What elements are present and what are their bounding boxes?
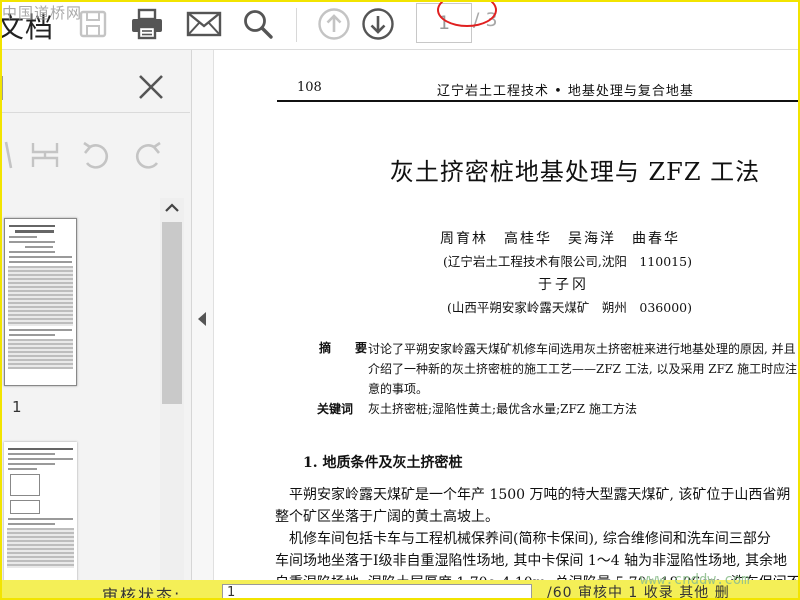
review-status-label: 审核状态: bbox=[102, 586, 182, 600]
page-thumbnail-1[interactable] bbox=[4, 218, 77, 386]
toolbar-separator bbox=[296, 8, 297, 42]
close-sidebar-icon[interactable] bbox=[136, 72, 166, 102]
sidebar-divider bbox=[0, 112, 190, 113]
journal-name: 辽宁岩土工程技术 • 地基处理与复合地基 bbox=[437, 84, 694, 99]
paragraph-line: 平朔安家岭露天煤矿是一个年产 1500 万吨的特大型露天煤矿, 该矿位于山西省朔 bbox=[275, 487, 791, 503]
thumbnail-list: 1 bbox=[0, 202, 160, 580]
sidebar-scrollbar[interactable] bbox=[160, 198, 184, 580]
collapse-arrow-icon[interactable] bbox=[198, 312, 206, 326]
scrollbar-thumb[interactable] bbox=[162, 222, 182, 404]
thumbnail-page-label: 1 bbox=[12, 398, 22, 416]
paragraph-line: 整个矿区坐落于广阔的黄土高坡上。 bbox=[275, 509, 499, 525]
print-icon[interactable] bbox=[127, 5, 167, 43]
review-status-input[interactable]: 1 bbox=[222, 584, 532, 600]
page-thumbnail-2[interactable] bbox=[4, 442, 77, 580]
affiliation-1: (辽宁岩土工程技术有限公司,沈阳 110015) bbox=[443, 254, 692, 269]
abstract-text: 讨论了平朔安家岭露天煤矿机修车间选用灰土挤密桩来进行地基处理的原因, 并且 介绍… bbox=[368, 339, 800, 399]
keywords-label: 关键词 bbox=[317, 402, 354, 416]
annotate-icon[interactable] bbox=[2, 140, 14, 174]
header-page-number: 108 bbox=[297, 80, 322, 95]
author-2: 于子冈 bbox=[538, 277, 589, 293]
site-url-watermark: www.cnddw.com bbox=[640, 572, 750, 588]
save-icon[interactable] bbox=[73, 5, 113, 43]
prev-page-icon[interactable] bbox=[314, 5, 354, 43]
body-paragraph-1: 平朔安家岭露天煤矿是一个年产 1500 万吨的特大型露天煤矿, 该矿位于山西省朔… bbox=[275, 484, 800, 528]
redo-icon[interactable] bbox=[132, 139, 164, 175]
mail-icon[interactable] bbox=[184, 5, 224, 43]
sidebar-tab-marker bbox=[0, 76, 3, 100]
section-heading: 1. 地质条件及灰土挤密桩 bbox=[303, 455, 463, 471]
abstract-line: 讨论了平朔安家岭露天煤矿机修车间选用灰土挤密桩来进行地基处理的原因, 并且 bbox=[368, 342, 796, 356]
abstract-label: 摘 要 bbox=[319, 341, 374, 355]
next-page-icon[interactable] bbox=[358, 5, 398, 43]
abstract-line: 意的事项。 bbox=[368, 382, 429, 396]
affiliation-2: (山西平朔安家岭露天煤矿 朔州 036000) bbox=[447, 300, 692, 315]
paragraph-line: 机修车间包括卡车与工程机械保养间(简称卡保间), 综合维修间和洗车间三部分 bbox=[275, 531, 771, 547]
sidebar-collapse-handle[interactable] bbox=[192, 50, 214, 580]
authors: 周育林 高桂华 吴海洋 曲春华 bbox=[440, 231, 680, 247]
thumbnail-sidebar: 1 bbox=[0, 50, 192, 580]
keywords-text: 灰土挤密桩;湿陷性黄土;最优含水量;ZFZ 施工方法 bbox=[368, 402, 637, 416]
paragraph-line: 车间场地坐落于Ⅰ级非自重湿陷性场地, 其中卡保间 1～4 轴为非湿陷性场地, 其… bbox=[275, 553, 788, 569]
toolbar: 文档 中国道桥网 1 / 3 bbox=[0, 0, 800, 50]
site-watermark: 中国道桥网 bbox=[2, 4, 83, 22]
paper-title: 灰土挤密桩地基处理与 ZFZ 工法 bbox=[389, 158, 761, 186]
split-icon[interactable] bbox=[30, 140, 60, 174]
sidebar-tools bbox=[0, 134, 190, 178]
scroll-up-icon[interactable] bbox=[162, 200, 182, 216]
abstract-line: 介绍了一种新的灰土挤密桩的施工工艺——ZFZ 工法, 以及采用 ZFZ 施工时应… bbox=[368, 362, 798, 376]
document-page: 108 辽宁岩土工程技术 • 地基处理与复合地基 灰土挤密桩地基处理与 ZFZ … bbox=[215, 50, 800, 580]
page-header: 108 辽宁岩土工程技术 • 地基处理与复合地基 bbox=[277, 72, 800, 102]
search-icon[interactable] bbox=[238, 5, 278, 43]
undo-icon[interactable] bbox=[80, 139, 112, 175]
